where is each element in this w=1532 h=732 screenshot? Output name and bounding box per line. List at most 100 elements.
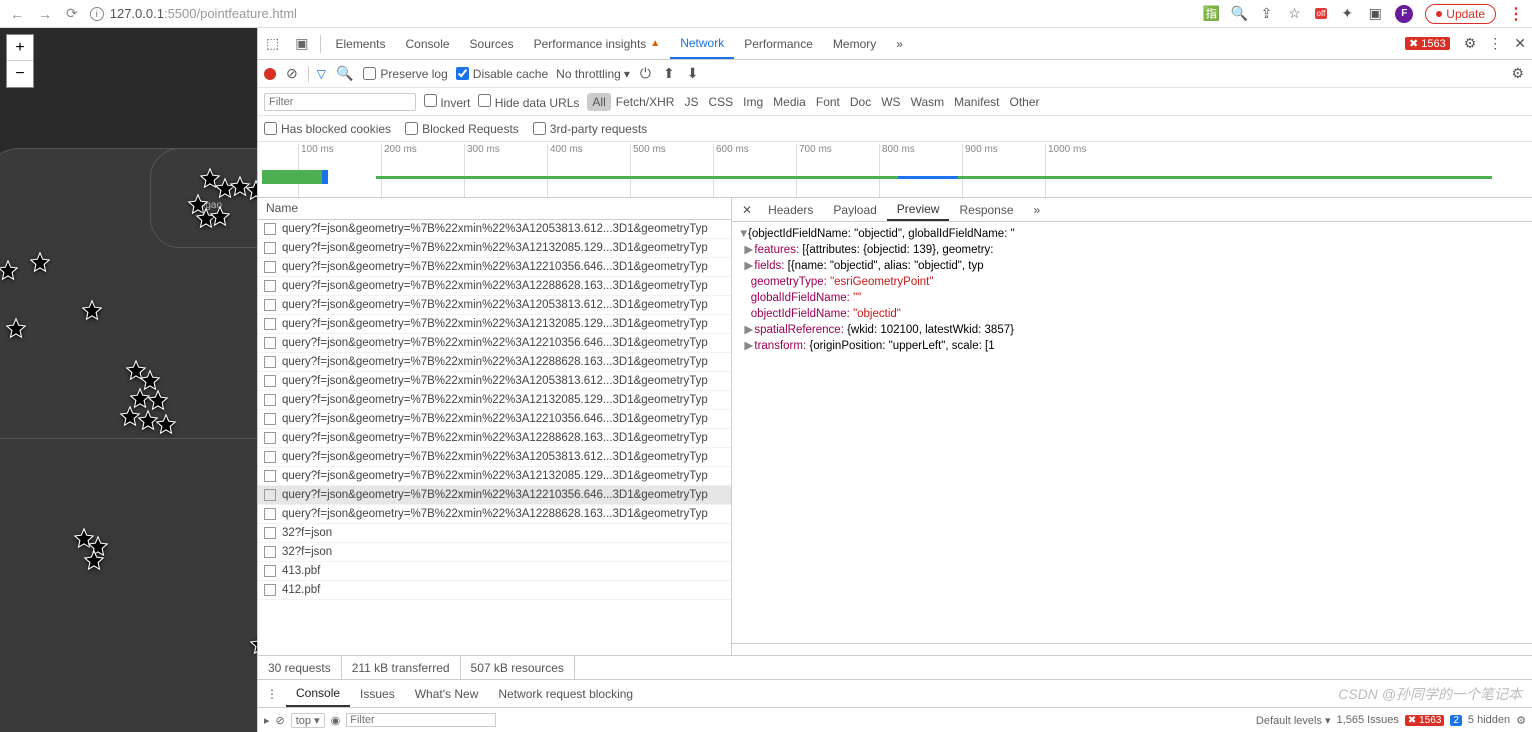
invert-checkbox[interactable]: Invert [424,94,470,110]
tab-elements[interactable]: Elements [325,28,395,59]
extension-badge[interactable]: off [1315,8,1328,19]
update-button[interactable]: Update [1425,4,1496,24]
request-row[interactable]: 412.pbf [258,581,731,600]
request-row[interactable]: query?f=json&geometry=%7B%22xmin%22%3A12… [258,486,731,505]
forward-icon[interactable]: → [36,6,54,22]
map-canvas[interactable]: + − HaikouLingaoTunchengYinggen [0,28,257,732]
map-point-star[interactable] [81,299,103,321]
more-icon[interactable]: ⋮ [1482,35,1508,52]
map-point-star[interactable] [5,317,27,339]
tab-performance-insights[interactable]: Performance insights▲ [524,28,671,59]
drawer-tab-console[interactable]: Console [286,680,350,707]
reload-icon[interactable]: ⟳ [64,5,80,22]
translate-icon[interactable]: 🈯 [1203,5,1219,22]
drawer-tab-network-request-blocking[interactable]: Network request blocking [488,680,643,707]
blocked-cookies-checkbox[interactable]: Has blocked cookies [264,122,391,136]
request-row[interactable]: query?f=json&geometry=%7B%22xmin%22%3A12… [258,410,731,429]
third-party-checkbox[interactable]: 3rd-party requests [533,122,647,136]
close-devtools-icon[interactable]: ✕ [1508,35,1532,52]
filter-input[interactable] [264,93,416,111]
zoom-icon[interactable]: 🔍 [1231,5,1247,22]
console-settings-icon[interactable]: ⚙ [1516,714,1526,727]
console-info-badge[interactable]: 2 [1450,715,1462,726]
console-error-badge[interactable]: ✖ 1563 [1405,715,1444,726]
request-row[interactable]: 32?f=json [258,524,731,543]
more-tabs-icon[interactable]: » [886,28,913,59]
detail-horizontal-scroll[interactable] [732,643,1532,655]
sidepanel-icon[interactable]: ▣ [1367,5,1383,22]
request-row[interactable]: query?f=json&geometry=%7B%22xmin%22%3A12… [258,239,731,258]
filter-toggle-icon[interactable]: ▽ [317,67,326,81]
request-row[interactable]: query?f=json&geometry=%7B%22xmin%22%3A12… [258,391,731,410]
type-chip-doc[interactable]: Doc [845,93,876,111]
name-column-header[interactable]: Name [258,198,731,220]
drawer-tab-what's-new[interactable]: What's New [405,680,489,707]
map-point-star[interactable] [0,259,19,281]
console-sidebar-icon[interactable]: ▸ [264,714,270,727]
zoom-out-button[interactable]: − [7,61,33,87]
map-point-star[interactable] [155,413,177,435]
profile-avatar[interactable]: F [1395,5,1413,23]
request-row[interactable]: query?f=json&geometry=%7B%22xmin%22%3A12… [258,220,731,239]
type-chip-font[interactable]: Font [811,93,845,111]
type-chip-js[interactable]: JS [679,93,703,111]
map-point-star[interactable] [245,179,257,201]
device-toggle-icon[interactable]: ▣ [287,35,316,52]
map-point-star[interactable] [147,389,169,411]
console-eye-icon[interactable]: ◉ [331,714,341,727]
search-icon[interactable]: 🔍 [334,65,355,82]
request-row[interactable]: 32?f=json [258,543,731,562]
hide-data-urls-checkbox[interactable]: Hide data URLs [478,94,579,110]
type-chip-css[interactable]: CSS [703,93,738,111]
tab-network[interactable]: Network [670,28,734,59]
tab-sources[interactable]: Sources [460,28,524,59]
request-row[interactable]: query?f=json&geometry=%7B%22xmin%22%3A12… [258,353,731,372]
disable-cache-checkbox[interactable]: Disable cache [456,67,548,81]
extensions-icon[interactable]: ✦ [1339,5,1355,22]
preview-body[interactable]: ▼{objectIdFieldName: "objectid", globalI… [732,222,1532,643]
close-detail-icon[interactable]: ✕ [736,203,758,217]
site-info-icon[interactable]: i [90,7,104,21]
request-row[interactable]: query?f=json&geometry=%7B%22xmin%22%3A12… [258,277,731,296]
type-chip-wasm[interactable]: Wasm [906,93,950,111]
throttling-select[interactable]: No throttling ▾ [556,67,630,81]
log-levels[interactable]: Default levels ▾ [1256,714,1331,727]
zoom-in-button[interactable]: + [7,35,33,61]
inspect-element-icon[interactable]: ⬚ [258,35,287,52]
detail-tab-response[interactable]: Response [949,198,1023,221]
address-bar[interactable]: i 127.0.0.1:5500/pointfeature.html [90,6,1193,21]
console-clear-icon[interactable]: ⊘ [276,714,285,727]
request-row[interactable]: query?f=json&geometry=%7B%22xmin%22%3A12… [258,448,731,467]
drawer-menu-icon[interactable]: ⋮ [258,687,286,701]
preserve-log-checkbox[interactable]: Preserve log [363,67,447,81]
import-icon[interactable]: ⬆ [661,65,677,82]
type-chip-media[interactable]: Media [768,93,811,111]
request-row[interactable]: query?f=json&geometry=%7B%22xmin%22%3A12… [258,296,731,315]
detail-tab-payload[interactable]: Payload [823,198,886,221]
export-icon[interactable]: ⬇ [685,65,701,82]
back-icon[interactable]: ← [8,6,26,22]
detail-tab-headers[interactable]: Headers [758,198,823,221]
more-detail-tabs-icon[interactable]: » [1024,198,1051,221]
request-row[interactable]: query?f=json&geometry=%7B%22xmin%22%3A12… [258,505,731,524]
settings-icon[interactable]: ⚙ [1458,35,1483,52]
map-point-star[interactable] [209,205,231,227]
issues-link[interactable]: 1,565 Issues [1337,714,1399,726]
request-row[interactable]: query?f=json&geometry=%7B%22xmin%22%3A12… [258,258,731,277]
request-row[interactable]: query?f=json&geometry=%7B%22xmin%22%3A12… [258,372,731,391]
request-row[interactable]: 413.pbf [258,562,731,581]
tab-console[interactable]: Console [396,28,460,59]
tab-memory[interactable]: Memory [823,28,886,59]
tab-performance[interactable]: Performance [734,28,823,59]
map-point-star[interactable] [83,549,105,571]
console-filter-input[interactable] [346,713,496,727]
type-chip-other[interactable]: Other [1004,93,1044,111]
clear-icon[interactable]: ⊘ [284,65,300,82]
record-button[interactable] [264,68,276,80]
timeline-overview[interactable]: 100 ms200 ms300 ms400 ms500 ms600 ms700 … [258,142,1532,198]
map-point-star[interactable] [249,633,257,655]
type-chip-ws[interactable]: WS [876,93,905,111]
map-point-star[interactable] [29,251,51,273]
request-row[interactable]: query?f=json&geometry=%7B%22xmin%22%3A12… [258,315,731,334]
network-settings-icon[interactable]: ⚙ [1509,65,1526,82]
